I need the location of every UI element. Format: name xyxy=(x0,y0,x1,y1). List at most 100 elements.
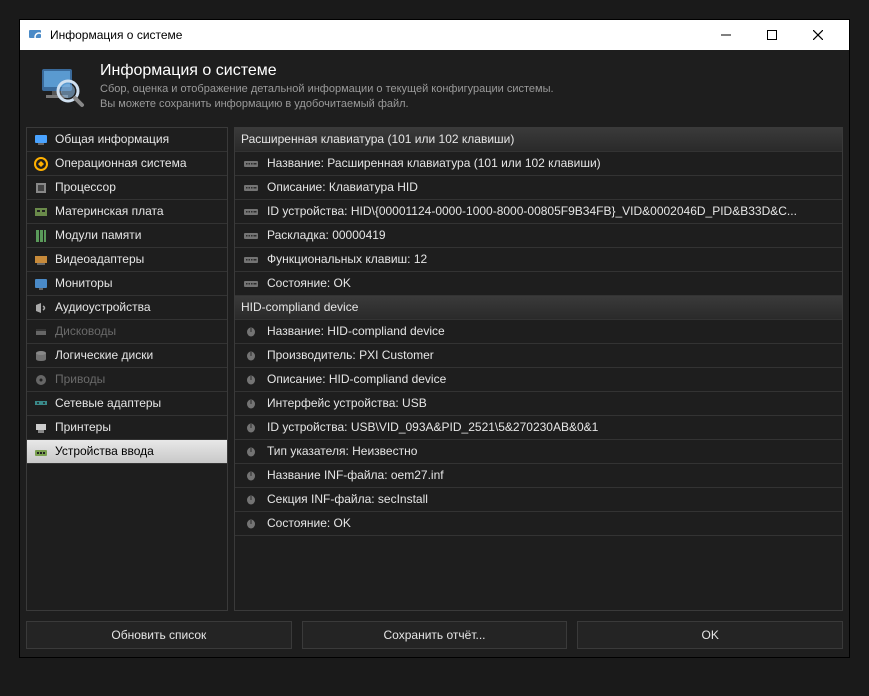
sidebar-item[interactable]: Логические диски xyxy=(27,344,227,368)
footer: Обновить список Сохранить отчёт... OK xyxy=(20,615,849,657)
sidebar-item-icon xyxy=(33,156,49,170)
sidebar-item[interactable]: Аудиоустройства xyxy=(27,296,227,320)
sidebar-item-icon xyxy=(33,252,49,266)
sidebar-item: Дисководы xyxy=(27,320,227,344)
save-report-button[interactable]: Сохранить отчёт... xyxy=(302,621,568,649)
mouse-icon xyxy=(243,374,259,384)
sidebar-item-label: Принтеры xyxy=(55,420,111,434)
sidebar-item-label: Устройства ввода xyxy=(55,444,154,458)
mouse-icon xyxy=(243,446,259,456)
detail-row[interactable]: Описание: HID-compliand device xyxy=(235,368,842,392)
detail-row[interactable]: Состояние: OK xyxy=(235,512,842,536)
sidebar-item-label: Мониторы xyxy=(55,276,112,290)
close-button[interactable] xyxy=(795,20,841,50)
content: Информация о системе Сбор, оценка и отоб… xyxy=(20,50,849,657)
titlebar: Информация о системе xyxy=(20,20,849,50)
detail-text: ID устройства: USB\VID_093A&PID_2521\5&2… xyxy=(267,420,598,434)
detail-group-header[interactable]: HID-compliand device xyxy=(235,296,842,320)
detail-row[interactable]: Тип указателя: Неизвестно xyxy=(235,440,842,464)
sidebar-item-icon xyxy=(33,444,49,458)
sidebar-item-label: Модули памяти xyxy=(55,228,141,242)
sidebar-item-label: Общая информация xyxy=(55,132,169,146)
sidebar-item[interactable]: Процессор xyxy=(27,176,227,200)
detail-row[interactable]: Состояние: OK xyxy=(235,272,842,296)
sidebar-item-label: Сетевые адаптеры xyxy=(55,396,161,410)
detail-row[interactable]: Функциональных клавиш: 12 xyxy=(235,248,842,272)
sidebar-item-icon xyxy=(33,276,49,290)
app-icon xyxy=(28,27,44,43)
main: Общая информация Операционная система Проц… xyxy=(20,127,849,615)
sidebar-item[interactable]: Принтеры xyxy=(27,416,227,440)
mouse-icon xyxy=(243,518,259,528)
sidebar-item-label: Дисководы xyxy=(55,324,116,338)
detail-text: Название: Расширенная клавиатура (101 ил… xyxy=(267,156,601,170)
detail-text: Описание: Клавиатура HID xyxy=(267,180,418,194)
sidebar-item[interactable]: Операционная система xyxy=(27,152,227,176)
detail-text: Название INF-файла: oem27.inf xyxy=(267,468,444,482)
mouse-icon xyxy=(243,470,259,480)
detail-row[interactable]: ID устройства: HID\{00001124-0000-1000-8… xyxy=(235,200,842,224)
detail-text: Состояние: OK xyxy=(267,276,351,290)
sidebar-item-label: Процессор xyxy=(55,180,116,194)
page-subtitle-2: Вы можете сохранить информацию в удобочи… xyxy=(100,97,554,112)
detail-text: HID-compliand device xyxy=(241,300,358,314)
detail-group-header[interactable]: Расширенная клавиатура (101 или 102 клав… xyxy=(235,128,842,152)
header: Информация о системе Сбор, оценка и отоб… xyxy=(20,50,849,127)
detail-row[interactable]: Название: HID-compliand device xyxy=(235,320,842,344)
minimize-button[interactable] xyxy=(703,20,749,50)
sidebar-item-icon xyxy=(33,348,49,362)
sidebar-item-icon xyxy=(33,228,49,242)
sidebar-item[interactable]: Видеоадаптеры xyxy=(27,248,227,272)
details-panel: Расширенная клавиатура (101 или 102 клав… xyxy=(234,127,843,611)
window-title: Информация о системе xyxy=(50,28,703,42)
sidebar-item-label: Логические диски xyxy=(55,348,153,362)
sidebar-item[interactable]: Мониторы xyxy=(27,272,227,296)
sidebar-item-label: Видеоадаптеры xyxy=(55,252,144,266)
keyboard-icon xyxy=(243,254,259,264)
mouse-icon xyxy=(243,326,259,336)
maximize-button[interactable] xyxy=(749,20,795,50)
detail-text: ID устройства: HID\{00001124-0000-1000-8… xyxy=(267,204,797,218)
sidebar-item: Приводы xyxy=(27,368,227,392)
sidebar-item[interactable]: Модули памяти xyxy=(27,224,227,248)
keyboard-icon xyxy=(243,278,259,288)
mouse-icon xyxy=(243,350,259,360)
sidebar-item-label: Приводы xyxy=(55,372,105,386)
sidebar-item-icon xyxy=(33,300,49,314)
ok-button[interactable]: OK xyxy=(577,621,843,649)
sidebar-item[interactable]: Материнская плата xyxy=(27,200,227,224)
detail-row[interactable]: Название INF-файла: oem27.inf xyxy=(235,464,842,488)
detail-text: Функциональных клавиш: 12 xyxy=(267,252,427,266)
system-info-icon xyxy=(38,63,86,111)
mouse-icon xyxy=(243,494,259,504)
detail-row[interactable]: Название: Расширенная клавиатура (101 ил… xyxy=(235,152,842,176)
sidebar-item[interactable]: Устройства ввода xyxy=(27,440,227,464)
detail-row[interactable]: Раскладка: 00000419 xyxy=(235,224,842,248)
detail-text: Тип указателя: Неизвестно xyxy=(267,444,417,458)
detail-text: Производитель: PXI Customer xyxy=(267,348,434,362)
detail-text: Интерфейс устройства: USB xyxy=(267,396,427,410)
sidebar-item-icon xyxy=(33,372,49,386)
sidebar-item-label: Материнская плата xyxy=(55,204,164,218)
detail-row[interactable]: ID устройства: USB\VID_093A&PID_2521\5&2… xyxy=(235,416,842,440)
sidebar-item-icon xyxy=(33,204,49,218)
sidebar-item-icon xyxy=(33,132,49,146)
sidebar-item-icon xyxy=(33,396,49,410)
detail-text: Расширенная клавиатура (101 или 102 клав… xyxy=(241,132,514,146)
sidebar: Общая информация Операционная система Проц… xyxy=(26,127,228,611)
detail-row[interactable]: Описание: Клавиатура HID xyxy=(235,176,842,200)
keyboard-icon xyxy=(243,206,259,216)
detail-text: Описание: HID-compliand device xyxy=(267,372,446,386)
titlebar-buttons xyxy=(703,20,841,50)
detail-row[interactable]: Производитель: PXI Customer xyxy=(235,344,842,368)
header-text: Информация о системе Сбор, оценка и отоб… xyxy=(100,62,554,113)
detail-row[interactable]: Интерфейс устройства: USB xyxy=(235,392,842,416)
detail-row[interactable]: Секция INF-файла: secInstall xyxy=(235,488,842,512)
sidebar-item[interactable]: Общая информация xyxy=(27,128,227,152)
window: Информация о системе Информация о систем… xyxy=(19,19,850,658)
sidebar-item-icon xyxy=(33,420,49,434)
mouse-icon xyxy=(243,422,259,432)
keyboard-icon xyxy=(243,182,259,192)
refresh-button[interactable]: Обновить список xyxy=(26,621,292,649)
sidebar-item[interactable]: Сетевые адаптеры xyxy=(27,392,227,416)
